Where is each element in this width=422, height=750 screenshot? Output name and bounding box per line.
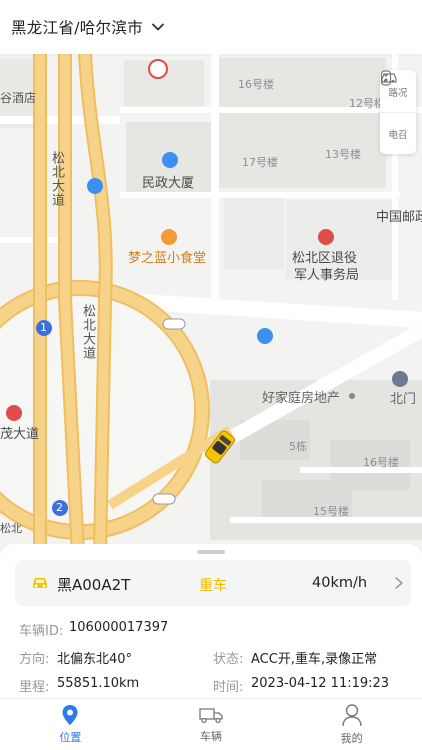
location-pin-icon <box>62 705 78 725</box>
map-label-hotel: 谷酒店 <box>0 91 37 105</box>
map-label-bldg16: 16号楼 <box>238 78 274 91</box>
map-label-north-gate: 北门 <box>390 392 417 407</box>
map-label-street: 茂大道 <box>0 427 40 442</box>
tab-bar: 位置 车辆 我的 <box>0 698 422 750</box>
state-label: 状态: <box>213 652 244 667</box>
map-label-minzheng: 民政大厦 <box>142 176 195 191</box>
mileage-label: 里程: <box>19 680 50 695</box>
map-controls: 路况 电召 <box>380 70 416 154</box>
vehicle-status: 重车 <box>199 578 227 594</box>
tab-location[interactable]: 位置 <box>0 699 141 750</box>
map-label-restaurant: 梦之蓝小食堂 <box>128 251 207 266</box>
map-label-exit-2: 2 <box>56 501 63 514</box>
header-bar: 黑龙江省/哈尔滨市 <box>0 0 422 54</box>
map-label-songbei: 松北 <box>0 522 22 535</box>
drag-handle[interactable] <box>197 550 225 554</box>
map-label-bldg17: 17号楼 <box>242 156 278 169</box>
charging-toggle[interactable]: 电召 <box>380 73 416 155</box>
traffic-label: 路况 <box>388 87 408 99</box>
user-icon <box>341 704 362 727</box>
map-label-post: 中国邮政 <box>376 210 422 225</box>
time-label: 时间: <box>213 680 244 695</box>
mileage-value: 55851.10km <box>57 676 140 691</box>
tab-vehicle[interactable]: 车辆 <box>141 699 282 750</box>
map-label-bldg13: 13号楼 <box>325 148 361 161</box>
map-label-bldg16b: 16号楼 <box>363 456 399 469</box>
chevron-down-icon[interactable] <box>151 20 165 34</box>
map-label-road-1: 松北大道 <box>49 151 64 207</box>
vehicle-id-label: 车辆ID: <box>19 624 64 639</box>
tab-profile-label: 我的 <box>340 732 363 745</box>
region-selector[interactable]: 黑龙江省/哈尔滨市 <box>11 16 143 38</box>
chevron-right-icon <box>395 577 403 589</box>
map-canvas <box>0 54 422 554</box>
vehicle-speed: 40km/h <box>312 575 368 591</box>
map-label-road-2: 松北大道 <box>80 304 95 360</box>
direction-value: 北偏东北40° <box>57 652 133 667</box>
map-label-exit-1: 1 <box>40 321 47 334</box>
plate-number: 黑A00A2T <box>57 576 131 594</box>
map-view[interactable]: 谷酒店 16号楼 12号楼 17号楼 13号楼 民政大厦 中国邮政 梦之蓝小食堂… <box>0 54 422 554</box>
direction-label: 方向: <box>19 652 50 667</box>
car-outline-icon <box>381 73 397 83</box>
map-label-bldg15: 15号楼 <box>313 505 349 518</box>
time-value: 2023-04-12 11:19:23 <box>251 676 390 691</box>
tab-vehicle-label: 车辆 <box>200 730 222 743</box>
vehicle-sheet: 黑A00A2T 重车 40km/h 车辆ID: 106000017397 方向:… <box>0 544 422 698</box>
vehicle-id-value: 106000017397 <box>69 620 169 635</box>
vehicle-card[interactable]: 黑A00A2T 重车 40km/h <box>15 560 411 606</box>
map-label-veterans-2: 军人事务局 <box>294 268 360 283</box>
state-value: ACC开,重车,录像正常 <box>251 652 378 667</box>
charging-label: 电召 <box>388 130 408 142</box>
map-label-bldg5: 5栋 <box>289 440 307 453</box>
map-label-real-estate: 好家庭房地产 <box>262 391 341 406</box>
car-icon <box>33 578 47 588</box>
truck-icon <box>199 708 223 724</box>
tab-profile[interactable]: 我的 <box>281 699 422 750</box>
tab-location-label: 位置 <box>59 731 82 744</box>
